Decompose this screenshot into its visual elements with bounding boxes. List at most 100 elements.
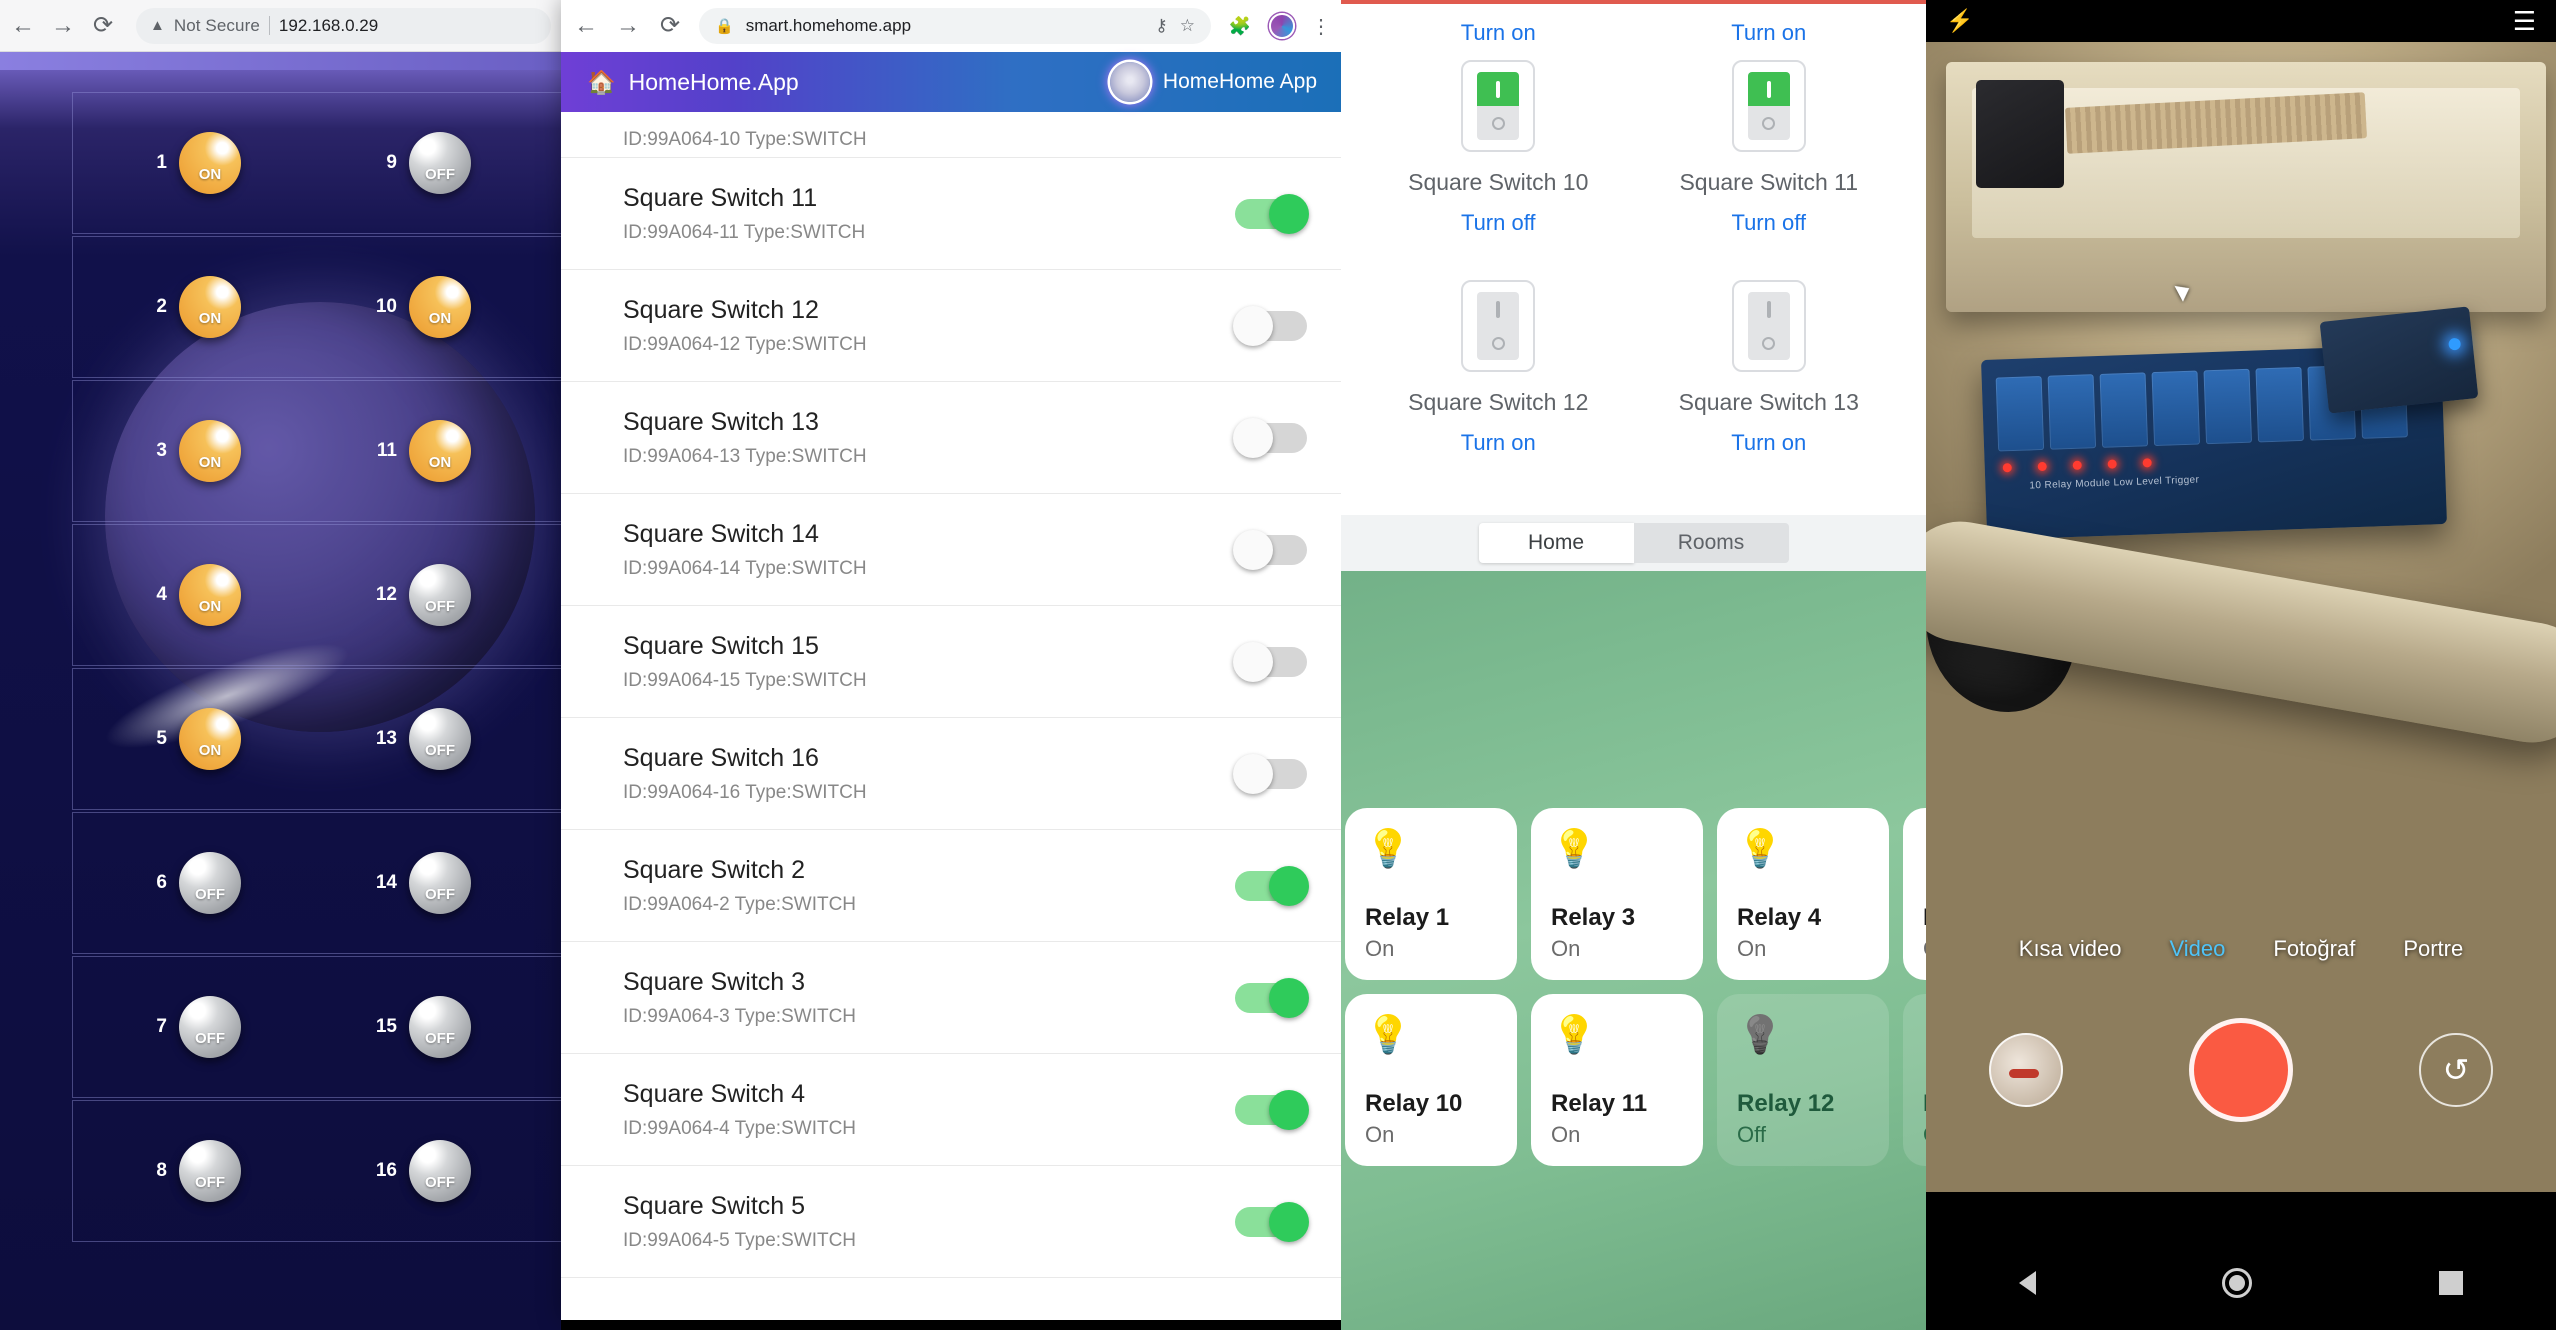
switch-toggle[interactable] [1235,977,1309,1018]
switch-toggle[interactable] [1235,1201,1309,1242]
relay-control[interactable]: 16 OFF [363,1140,471,1202]
switch-toggle[interactable] [1233,305,1307,346]
card-bottom-action[interactable]: Turn on [1461,416,1536,470]
square-switch-icon[interactable] [1461,60,1536,152]
list-item[interactable]: Square Switch 5 ID:99A064-5 Type:SWITCH [561,1166,1341,1278]
camera-mode-2[interactable]: Video [2170,936,2226,962]
camera-mode-4[interactable]: Portre [2403,936,2463,962]
reload-icon[interactable]: ⟳ [90,13,116,39]
relay-toggle-knob[interactable]: OFF [409,708,471,770]
kebab-menu-icon[interactable]: ⋮ [1311,14,1331,39]
relay-control[interactable]: 10 ON [363,276,471,338]
account-area[interactable]: HomeHome App [1109,62,1317,102]
camera-mode-3[interactable]: Fotoğraf [2273,936,2355,962]
relay-toggle-knob[interactable]: ON [409,420,471,482]
star-icon[interactable]: ☆ [1180,16,1195,36]
relay-control[interactable]: 9 OFF [363,132,471,194]
card-top-action[interactable]: Turn on [1461,6,1536,60]
back-icon[interactable]: ← [573,13,599,39]
switch-toggle[interactable] [1235,865,1309,906]
relay-control[interactable]: 7 OFF [133,996,363,1058]
relay-toggle-knob[interactable]: ON [409,276,471,338]
relay-tile[interactable]: 💡 Relay 10 On [1345,994,1517,1166]
card-bottom-action[interactable]: Turn on [1731,416,1806,470]
square-switch-icon[interactable] [1731,280,1806,372]
relay-control[interactable]: 6 OFF [133,852,363,914]
key-icon[interactable]: ⚷ [1155,16,1167,36]
relay-toggle-knob[interactable]: OFF [179,852,241,914]
relay-control[interactable]: 14 OFF [363,852,471,914]
user-avatar-icon[interactable] [1109,62,1150,102]
tab-rooms[interactable]: Rooms [1633,523,1789,563]
switch-toggle[interactable] [1233,529,1307,570]
profile-avatar-icon[interactable] [1269,13,1295,39]
relay-toggle-knob[interactable]: ON [179,132,241,194]
relay-toggle-knob[interactable]: OFF [179,1140,241,1202]
switch-toggle[interactable] [1233,753,1307,794]
card-top-action[interactable]: Turn on [1731,6,1806,60]
flash-off-icon[interactable]: ⚡ [1946,8,1973,34]
back-icon[interactable]: ← [10,13,36,39]
relay-tile[interactable]: 💡RelayOff [1903,994,1926,1166]
address-bar-2[interactable]: 🔒 smart.homehome.app ⚷ ☆ [699,8,1211,44]
list-item[interactable]: Square Switch 12 ID:99A064-12 Type:SWITCH [561,270,1341,382]
relay-control[interactable]: 13 OFF [363,708,471,770]
relay-control[interactable]: 3 ON [133,420,363,482]
hamburger-menu-icon[interactable]: ☰ [2513,6,2536,37]
relay-control[interactable]: 12 OFF [363,564,471,626]
forward-icon[interactable]: → [615,13,641,39]
reload-icon[interactable]: ⟳ [657,13,683,39]
list-item[interactable]: Square Switch 15 ID:99A064-15 Type:SWITCH [561,606,1341,718]
relay-tile[interactable]: 💡RelayOn [1903,808,1926,980]
relay-control[interactable]: 11 ON [363,420,471,482]
square-switch-icon[interactable] [1731,60,1806,152]
relay-toggle-knob[interactable]: ON [179,708,241,770]
relay-toggle-knob[interactable]: ON [179,564,241,626]
relay-toggle-knob[interactable]: ON [179,276,241,338]
switch-toggle[interactable] [1233,417,1307,458]
puzzle-piece-icon[interactable]: 🧩 [1227,13,1253,39]
relay-tile[interactable]: 💡 Relay 3 On [1531,808,1703,980]
relay-control[interactable]: 8 OFF [133,1140,363,1202]
relay-toggle-knob[interactable]: OFF [409,564,471,626]
relay-toggle-knob[interactable]: OFF [409,996,471,1058]
relay-control[interactable]: 2 ON [133,276,363,338]
switch-list[interactable]: ID:99A064-10 Type:SWITCH Square Switch 11… [561,112,1341,1320]
relay-toggle-knob[interactable]: OFF [409,132,471,194]
switch-toggle[interactable] [1235,1089,1309,1130]
relay-control[interactable]: 5 ON [133,708,363,770]
list-item[interactable]: Square Switch 3 ID:99A064-3 Type:SWITCH [561,942,1341,1054]
list-item[interactable]: Square Switch 2 ID:99A064-2 Type:SWITCH [561,830,1341,942]
relay-toggle-knob[interactable]: ON [179,420,241,482]
list-item[interactable]: Square Switch 16 ID:99A064-16 Type:SWITCH [561,718,1341,830]
list-item[interactable]: Square Switch 11 ID:99A064-11 Type:SWITCH [561,158,1341,270]
relay-tile[interactable]: 💡 Relay 1 On [1345,808,1517,980]
card-bottom-action[interactable]: Turn off [1731,196,1806,250]
relay-tile[interactable]: 💡 Relay 4 On [1717,808,1889,980]
flip-camera-icon[interactable]: ↺ [2419,1033,2493,1107]
address-bar-1[interactable]: ▲ Not Secure 192.168.0.29 [136,7,551,44]
list-item[interactable]: Square Switch 13 ID:99A064-13 Type:SWITCH [561,382,1341,494]
relay-tile[interactable]: 💡 Relay 12 Off [1717,994,1889,1166]
square-recents-icon[interactable] [2438,1270,2463,1295]
triangle-back-icon[interactable] [2019,1270,2037,1295]
forward-icon[interactable]: → [50,13,76,39]
list-item[interactable]: ID:99A064-10 Type:SWITCH [561,112,1341,158]
relay-control[interactable]: 4 ON [133,564,363,626]
square-switch-icon[interactable] [1461,280,1536,372]
relay-control[interactable]: 15 OFF [363,996,471,1058]
list-item[interactable]: Square Switch 4 ID:99A064-4 Type:SWITCH [561,1054,1341,1166]
switch-toggle[interactable] [1233,641,1307,682]
relay-toggle-knob[interactable]: OFF [409,1140,471,1202]
card-bottom-action[interactable]: Turn off [1461,196,1536,250]
relay-toggle-knob[interactable]: OFF [179,996,241,1058]
switch-toggle[interactable] [1235,193,1309,234]
gallery-thumbnail-icon[interactable] [1989,1033,2063,1107]
camera-mode-1[interactable]: Kısa video [2019,936,2122,962]
tab-home[interactable]: Home [1478,523,1634,563]
circle-home-icon[interactable] [2222,1267,2253,1298]
relay-control[interactable]: 1 ON [133,132,363,194]
list-item[interactable]: Square Switch 14 ID:99A064-14 Type:SWITCH [561,494,1341,606]
relay-tile[interactable]: 💡 Relay 11 On [1531,994,1703,1166]
relay-toggle-knob[interactable]: OFF [409,852,471,914]
